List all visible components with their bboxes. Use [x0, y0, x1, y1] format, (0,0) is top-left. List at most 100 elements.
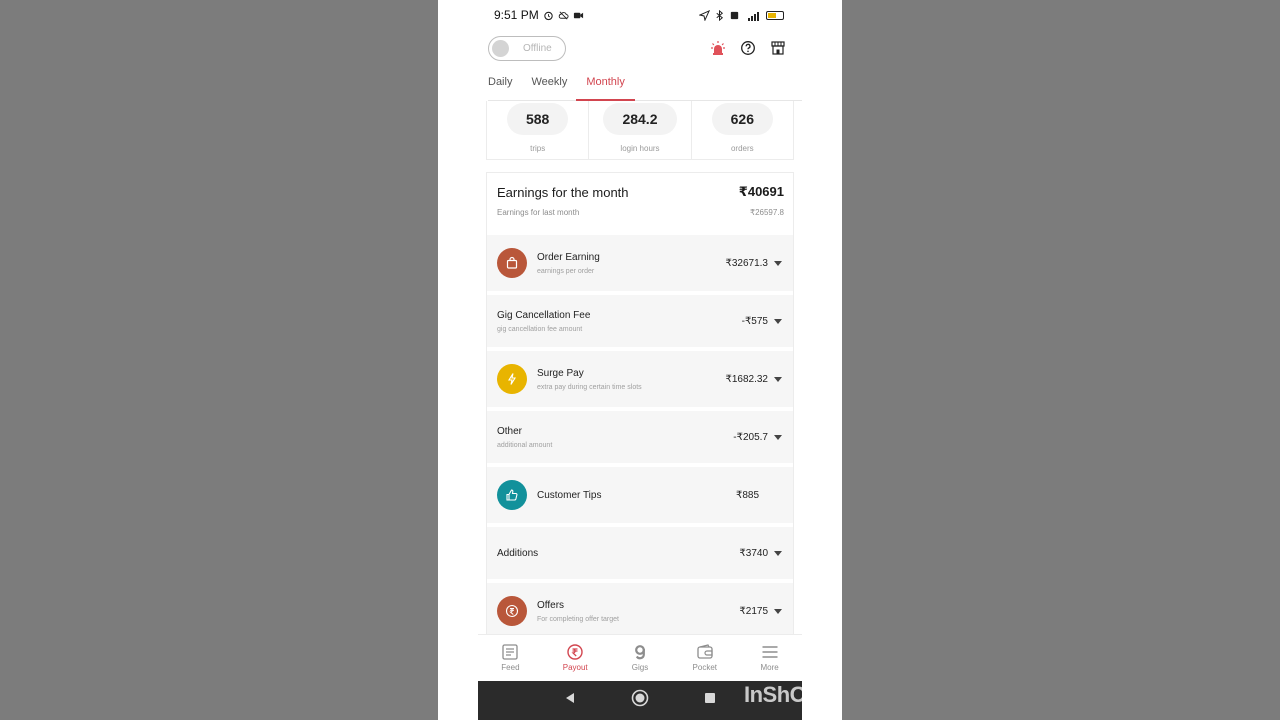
blurred-background-right	[842, 0, 1280, 720]
earning-item-order-earning[interactable]: Order Earning earnings per order ₹32671.…	[487, 231, 793, 291]
chevron-down-icon[interactable]	[774, 608, 782, 614]
stat-orders: 626 orders	[692, 101, 793, 159]
store-icon[interactable]	[770, 40, 786, 56]
inshot-watermark: InShOt	[744, 682, 814, 707]
nav-payout[interactable]: Payout	[543, 635, 608, 681]
video-camera-icon	[573, 10, 584, 21]
item-amount: -₹575	[741, 315, 768, 327]
wallet-icon	[696, 644, 714, 660]
earnings-title: Earnings for the month	[497, 184, 629, 200]
phone-screen: 9:51 PM Offline Daily Weekly Monthly 588…	[478, 0, 802, 720]
stat-caption: login hours	[620, 144, 660, 153]
earnings-header: Earnings for the month ₹40691 Earnings f…	[487, 173, 793, 231]
top-bar: Offline	[488, 35, 792, 61]
item-desc: extra pay during certain time slots	[537, 383, 642, 391]
battery-icon	[766, 10, 784, 20]
bottom-navigation: Feed Payout Gigs Pocket More	[478, 634, 802, 681]
home-circle-icon[interactable]	[631, 689, 649, 712]
recents-square-icon[interactable]	[703, 691, 717, 710]
gigs-icon	[631, 644, 649, 660]
chevron-down-icon[interactable]	[774, 260, 782, 266]
chevron-down-icon[interactable]	[774, 318, 782, 324]
stat-value: 626	[711, 103, 773, 135]
nav-feed[interactable]: Feed	[478, 635, 543, 681]
chevron-down-icon[interactable]	[774, 550, 782, 556]
rupee-circle-icon	[497, 596, 527, 626]
item-name: Surge Pay	[537, 367, 584, 379]
stat-trips: 588 trips	[487, 101, 590, 159]
vibrate-icon	[729, 10, 740, 21]
tab-weekly[interactable]: Weekly	[531, 70, 567, 100]
cloud-off-icon	[558, 10, 569, 21]
lightning-icon	[497, 364, 527, 394]
item-amount: -₹205.7	[733, 431, 768, 443]
thumbs-up-icon	[497, 480, 527, 510]
nav-label: Feed	[501, 663, 520, 672]
chevron-placeholder	[774, 493, 782, 498]
stat-login-hours: 284.2 login hours	[589, 101, 692, 159]
tab-daily[interactable]: Daily	[488, 70, 512, 100]
item-desc: gig cancellation fee amount	[497, 325, 583, 333]
status-bar: 9:51 PM	[478, 0, 802, 30]
last-month-label: Earnings for last month	[497, 208, 580, 217]
shopping-bag-icon	[497, 248, 527, 278]
item-name: Other	[497, 425, 523, 437]
earning-item-additions[interactable]: Additions ₹3740	[487, 523, 793, 579]
emergency-siren-icon[interactable]	[710, 40, 726, 56]
item-name: Order Earning	[537, 251, 600, 263]
help-icon[interactable]	[740, 40, 756, 56]
stat-value: 588	[507, 103, 569, 135]
item-desc: additional amount	[497, 441, 553, 449]
nav-label: More	[760, 663, 779, 672]
item-name: Additions	[497, 547, 539, 559]
stat-caption: trips	[530, 144, 546, 153]
chevron-down-icon[interactable]	[774, 376, 782, 382]
tab-monthly[interactable]: Monthly	[576, 70, 635, 101]
payout-content[interactable]: 588 trips 284.2 login hours 626 orders E…	[486, 101, 794, 634]
item-name: Customer Tips	[537, 489, 602, 501]
period-tabs: Daily Weekly Monthly	[488, 70, 802, 101]
earnings-card: Earnings for the month ₹40691 Earnings f…	[486, 172, 794, 634]
status-time: 9:51 PM	[494, 8, 539, 22]
last-month-value: ₹26597.8	[749, 208, 784, 217]
chevron-down-icon[interactable]	[774, 434, 782, 440]
item-name: Offers	[537, 599, 565, 611]
earning-item-surge-pay[interactable]: Surge Pay extra pay during certain time …	[487, 347, 793, 407]
item-amount: ₹3740	[739, 547, 768, 559]
item-amount: ₹32671.3	[725, 257, 768, 269]
online-status-toggle[interactable]: Offline	[488, 35, 566, 61]
earnings-total: ₹40691	[738, 184, 784, 199]
item-desc: earnings per order	[537, 267, 595, 275]
earning-item-customer-tips[interactable]: Customer Tips ₹885	[487, 463, 793, 523]
alarm-icon	[543, 10, 554, 21]
item-amount: ₹885	[735, 489, 759, 501]
phone-margin-right	[802, 0, 842, 720]
stat-caption: orders	[730, 144, 754, 153]
toggle-knob	[492, 39, 509, 57]
earning-item-offers[interactable]: Offers For completing offer target ₹2175	[487, 579, 793, 634]
item-name: Gig Cancellation Fee	[497, 309, 591, 321]
blurred-background-left	[0, 0, 438, 720]
nav-gigs[interactable]: Gigs	[608, 635, 673, 681]
nav-more[interactable]: More	[737, 635, 802, 681]
bluetooth-icon	[714, 9, 725, 21]
nav-label: Pocket	[692, 663, 718, 672]
stat-value: 284.2	[602, 103, 677, 135]
item-amount: ₹1682.32	[725, 373, 768, 385]
rupee-icon	[566, 644, 584, 660]
toggle-label: Offline	[523, 42, 552, 54]
item-amount: ₹2175	[739, 605, 768, 617]
nav-label: Gigs	[631, 663, 649, 672]
nav-pocket[interactable]: Pocket	[672, 635, 737, 681]
nav-label: Payout	[562, 663, 588, 672]
item-desc: For completing offer target	[537, 615, 619, 623]
phone-margin-left	[438, 0, 478, 720]
location-arrow-icon	[699, 9, 710, 21]
earning-item-gig-cancellation-fee[interactable]: Gig Cancellation Fee gig cancellation fe…	[487, 291, 793, 347]
stats-row: 588 trips 284.2 login hours 626 orders	[486, 101, 794, 160]
menu-icon	[761, 644, 779, 660]
back-triangle-icon[interactable]	[563, 691, 577, 710]
earning-item-other[interactable]: Other additional amount -₹205.7	[487, 407, 793, 463]
signal-icon	[744, 10, 762, 21]
feed-icon	[501, 644, 519, 660]
